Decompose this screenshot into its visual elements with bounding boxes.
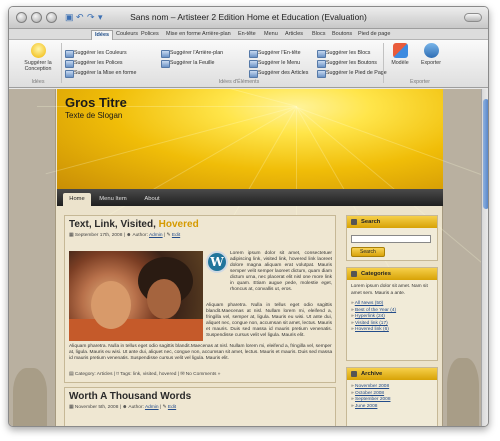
- post-meta: ▦ September 17th, 2008 | ☻ Author: Admin…: [69, 233, 181, 238]
- calendar-icon: ▦: [69, 405, 74, 410]
- post-title[interactable]: Text, Link, Visited, Hovered: [69, 219, 199, 230]
- site-slogan: Texte de Slogan: [65, 111, 123, 120]
- model-icon: [392, 43, 408, 58]
- suggest-design-button[interactable]: Suggérer la Conception: [19, 43, 57, 72]
- tab-blocs[interactable]: Blocs: [309, 30, 328, 40]
- suggest-layout-button[interactable]: Suggérer la Mise en forme: [65, 70, 136, 78]
- tab-polices[interactable]: Polices: [138, 30, 162, 40]
- search-block: Search Search: [346, 215, 438, 261]
- edit-link[interactable]: Edit: [168, 405, 176, 410]
- nav-item-about[interactable]: About: [137, 193, 167, 206]
- tab-idees[interactable]: Idées: [91, 30, 114, 40]
- list-item[interactable]: » June 2008: [351, 404, 433, 411]
- tab-en-tete[interactable]: En-tête: [235, 30, 259, 40]
- palm-decoration: [13, 368, 47, 426]
- user-icon: ☻: [126, 233, 132, 238]
- archive-block: Archive » November 2008 » October 2008 »…: [346, 367, 438, 426]
- export-icon: [423, 43, 439, 58]
- edit-icon: ✎: [166, 233, 171, 238]
- site-title: Gros Titre: [65, 95, 127, 110]
- folder-icon: ▤: [69, 372, 74, 377]
- header-banner: Gros Titre Texte de Slogan: [37, 89, 488, 367]
- category-link[interactable]: Articles: [97, 372, 113, 377]
- tab-articles[interactable]: Articles: [282, 30, 306, 40]
- lightbulb-icon: [30, 43, 46, 58]
- tag-icon: ⌑: [116, 372, 119, 377]
- suggest-blocks-button[interactable]: Suggérer les Blocs: [317, 50, 370, 58]
- palm-decoration: [447, 358, 479, 426]
- categories-block: Categories Lorem ipsum dolor sit amet. N…: [346, 267, 438, 361]
- tab-pied-de-page[interactable]: Pied de page: [355, 30, 393, 40]
- search-button[interactable]: Search: [351, 247, 385, 257]
- search-input[interactable]: [351, 235, 431, 243]
- user-icon: ☻: [122, 405, 128, 410]
- suggest-fonts-button[interactable]: Suggérer les Polices: [65, 60, 123, 68]
- comments-link[interactable]: No Comments »: [186, 372, 221, 377]
- post-photo: [69, 251, 203, 341]
- app-window: ▣ ↶ ↷ ▾ Sans nom – Artisteer 2 Edition H…: [8, 6, 489, 427]
- title-bar: ▣ ↶ ↷ ▾ Sans nom – Artisteer 2 Edition H…: [9, 7, 488, 29]
- site-preview: Gros Titre Texte de Slogan Home Menu Ite…: [37, 89, 488, 426]
- suggest-articles-button[interactable]: Suggérer des Articles: [249, 70, 308, 78]
- export-button[interactable]: Exporter: [415, 43, 447, 66]
- window-title: Sans nom – Artisteer 2 Edition Home et E…: [130, 12, 367, 22]
- scrollbar-thumb[interactable]: [483, 99, 488, 209]
- categories-text: Lorem ipsum dolor sit amet. Nam sit amet…: [351, 284, 428, 296]
- post-title[interactable]: Worth A Thousand Words: [69, 391, 191, 402]
- suggest-buttons-button[interactable]: Suggérer les Boutons: [317, 60, 377, 68]
- author-link[interactable]: Admin: [149, 233, 163, 238]
- nav-item-menu-item[interactable]: Menu Item: [95, 193, 131, 206]
- suggest-colors-button[interactable]: Suggérer les Couleurs: [65, 50, 127, 58]
- suggest-header-button[interactable]: Suggérer l'En-tête: [249, 50, 301, 58]
- group-label-ideas: Idées: [31, 79, 45, 85]
- wordpress-icon: W: [206, 251, 228, 273]
- group-label-export: Exporter: [409, 79, 431, 85]
- nav-item-home[interactable]: Home: [63, 193, 91, 206]
- calendar-icon: ▦: [69, 233, 74, 238]
- edit-link[interactable]: Edit: [172, 233, 180, 238]
- post-paragraph-1: Lorem ipsum dolor sit amet, consectetuer…: [230, 251, 332, 292]
- archive-block-title: Archive: [347, 368, 437, 380]
- model-button[interactable]: Modèle: [385, 43, 415, 66]
- suggest-sheet-button[interactable]: Suggérer la Feuille: [161, 60, 214, 68]
- vertical-scrollbar[interactable]: [481, 89, 488, 426]
- tab-boutons[interactable]: Boutons: [329, 30, 355, 40]
- tags-link[interactable]: link, visited, hovered: [133, 372, 176, 377]
- post-footer: ▤ Category: Articles | ⌑ Tags: link, vis…: [69, 372, 221, 377]
- ribbon-separator: [61, 43, 62, 83]
- tab-arriere-plan[interactable]: Arrière-plan: [199, 30, 234, 40]
- suggest-footer-button[interactable]: Suggérer le Pied de Page: [317, 70, 387, 78]
- toolbar-toggle-button[interactable]: [464, 13, 482, 22]
- author-link[interactable]: Admin: [145, 405, 159, 410]
- post: Text, Link, Visited, Hovered ▦ September…: [64, 215, 336, 383]
- tab-mise-en-forme[interactable]: Mise en forme: [163, 30, 204, 40]
- preview-area: Gros Titre Texte de Slogan Home Menu Ite…: [9, 89, 488, 426]
- ribbon: Suggérer la Conception Idées Suggérer le…: [9, 40, 488, 88]
- site-nav: Home Menu Item About: [57, 189, 443, 206]
- post-paragraph-2: Aliquam pharetra. Nulla in tellus eget o…: [206, 303, 332, 338]
- edit-icon: ✎: [162, 405, 167, 410]
- categories-block-title: Categories: [347, 268, 437, 280]
- search-block-title: Search: [347, 216, 437, 228]
- ribbon-tabs: Idées Couleurs Polices Mise en forme Arr…: [9, 29, 488, 40]
- tab-menu[interactable]: Menu: [261, 30, 281, 40]
- suggest-menu-button[interactable]: Suggérer le Menu: [249, 60, 300, 68]
- ribbon-separator: [383, 43, 384, 83]
- comment-icon: ✉: [180, 372, 185, 377]
- export-label: Exporter: [420, 60, 442, 66]
- suggest-design-label: Suggérer la Conception: [24, 60, 52, 72]
- list-item[interactable]: » Hovered link (6): [351, 327, 433, 334]
- post-meta: ▦ November 5th, 2008 | ☻ Author: Admin |…: [69, 405, 177, 410]
- model-label: Modèle: [391, 60, 409, 66]
- post: Worth A Thousand Words ▦ November 5th, 2…: [64, 387, 336, 426]
- post-paragraph-3: Aliquam pharetra. Nulla in tellus eget o…: [69, 344, 333, 361]
- tab-couleurs[interactable]: Couleurs: [113, 30, 141, 40]
- suggest-background-button[interactable]: Suggérer l'Arrière-plan: [161, 50, 223, 58]
- group-label-elements: Idées d'Éléments: [218, 79, 260, 85]
